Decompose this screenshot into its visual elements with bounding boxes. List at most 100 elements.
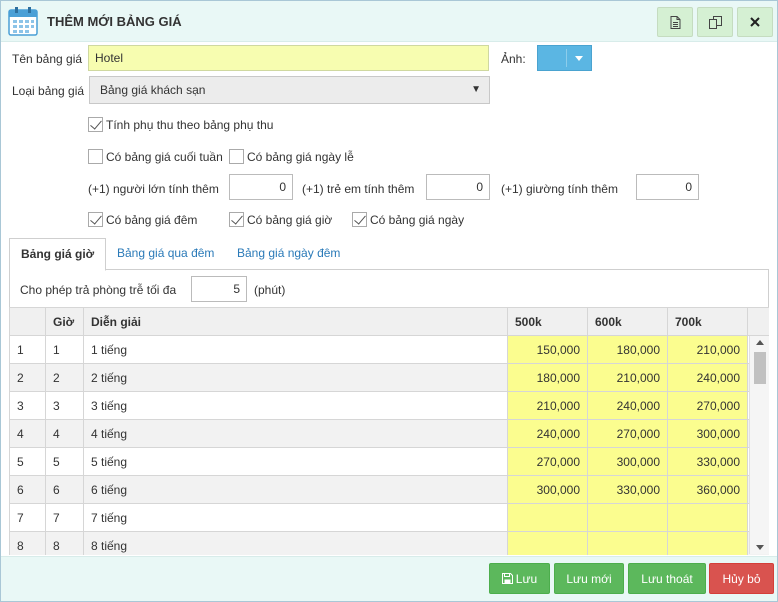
column-header-600k: 600k	[587, 307, 668, 336]
row-index: 4	[9, 419, 46, 448]
price-500k-cell[interactable]: 240,000	[507, 419, 588, 448]
day-price-checkbox[interactable]	[352, 212, 367, 227]
save-button[interactable]: Lưu	[489, 563, 550, 594]
description-cell: 6 tiếng	[83, 475, 508, 504]
dropdown-divider	[566, 49, 567, 67]
scroll-down-icon[interactable]	[756, 545, 764, 550]
price-600k-cell[interactable]: 240,000	[587, 391, 668, 420]
surcharge-checkbox[interactable]	[88, 117, 103, 132]
table-row[interactable]: 666 tiếng 300,000 330,000 360,000	[9, 475, 769, 504]
image-dropdown-button[interactable]	[537, 45, 592, 71]
tab-day-night-price[interactable]: Bảng giá ngày đêm	[226, 238, 351, 270]
price-500k-cell[interactable]: 150,000	[507, 335, 588, 364]
close-button[interactable]	[737, 7, 773, 37]
dialog-title: THÊM MỚI BẢNG GIÁ	[47, 14, 182, 29]
price-600k-cell[interactable]: 180,000	[587, 335, 668, 364]
type-select-value: Bảng giá khách sạn	[100, 83, 206, 97]
close-icon	[750, 17, 760, 27]
night-price-label: Có bảng giá đêm	[106, 213, 198, 227]
row-index: 8	[9, 531, 46, 555]
row-index: 5	[9, 447, 46, 476]
price-600k-cell[interactable]	[587, 503, 668, 532]
hour-cell: 7	[45, 503, 84, 532]
table-row[interactable]: 111 tiếng 150,000 180,000 210,000	[9, 335, 769, 364]
save-exit-button[interactable]: Lưu thoát	[628, 563, 706, 594]
description-cell: 3 tiếng	[83, 391, 508, 420]
hour-price-label: Có bảng giá giờ	[247, 213, 333, 227]
weekend-checkbox[interactable]	[88, 149, 103, 164]
triangle-down-icon: ▼	[471, 84, 481, 95]
price-600k-cell[interactable]	[587, 531, 668, 555]
description-cell: 8 tiếng	[83, 531, 508, 555]
save-new-button-label: Lưu mới	[566, 571, 612, 586]
table-row[interactable]: 333 tiếng 210,000 240,000 270,000	[9, 391, 769, 420]
price-700k-cell[interactable]: 270,000	[667, 391, 748, 420]
price-700k-cell[interactable]: 330,000	[667, 447, 748, 476]
column-header-description: Diễn giải	[83, 307, 508, 336]
price-600k-cell[interactable]: 270,000	[587, 419, 668, 448]
table-row[interactable]: 444 tiếng 240,000 270,000 300,000	[9, 419, 769, 448]
day-price-label: Có bảng giá ngày	[370, 213, 465, 227]
dialog-footer: Lưu Lưu mới Lưu thoát Hủy bỏ	[1, 556, 777, 601]
name-input[interactable]: Hotel	[88, 45, 489, 71]
table-header-row: Giờ Diễn giải 500k 600k 700k	[9, 307, 769, 336]
price-700k-cell[interactable]: 360,000	[667, 475, 748, 504]
table-row[interactable]: 555 tiếng 270,000 300,000 330,000	[9, 447, 769, 476]
price-600k-cell[interactable]: 210,000	[587, 363, 668, 392]
price-700k-cell[interactable]: 240,000	[667, 363, 748, 392]
price-500k-cell[interactable]: 210,000	[507, 391, 588, 420]
price-600k-cell[interactable]: 330,000	[587, 475, 668, 504]
save-button-label: Lưu	[515, 571, 538, 586]
scroll-up-icon[interactable]	[756, 340, 764, 345]
price-table-body: 111 tiếng 150,000 180,000 210,000 2 2 2 tiếng 1…	[9, 335, 769, 555]
tab-hourly-price[interactable]: Bảng giá giờ	[9, 238, 107, 271]
save-new-button[interactable]: Lưu mới	[554, 563, 624, 594]
type-select[interactable]: Bảng giá khách sạn ▼	[89, 76, 490, 104]
document-button[interactable]	[657, 7, 693, 37]
table-row[interactable]: 222 tiếng 180,000 210,000 240,000	[9, 363, 769, 392]
extra-bed-label: (+1) giường tính thêm	[501, 182, 618, 196]
price-500k-cell[interactable]	[507, 503, 588, 532]
hour-price-checkbox[interactable]	[229, 212, 244, 227]
copy-button[interactable]	[697, 7, 733, 37]
price-table-dialog: THÊM MỚI BẢNG GIÁ Tên bảng giá Hotel Ảnh…	[0, 0, 778, 602]
table-scrollbar[interactable]	[749, 336, 769, 554]
row-index: 6	[9, 475, 46, 504]
price-700k-cell[interactable]	[667, 503, 748, 532]
column-header-700k: 700k	[667, 307, 748, 336]
hour-cell: 3	[45, 391, 84, 420]
table-row[interactable]: 888 tiếng	[9, 531, 769, 555]
row-index: 2	[9, 363, 46, 392]
price-500k-cell[interactable]: 300,000	[507, 475, 588, 504]
extra-bed-input[interactable]: 0	[636, 174, 699, 200]
row-index: 1	[9, 335, 46, 364]
table-row[interactable]: 777 tiếng	[9, 503, 769, 532]
description-cell: 7 tiếng	[83, 503, 508, 532]
row-index: 7	[9, 503, 46, 532]
price-700k-cell[interactable]	[667, 531, 748, 555]
scroll-thumb[interactable]	[754, 352, 766, 384]
price-700k-cell[interactable]: 300,000	[667, 419, 748, 448]
holiday-checkbox[interactable]	[229, 149, 244, 164]
hour-cell: 1	[45, 335, 84, 364]
save-exit-button-label: Lưu thoát	[641, 571, 693, 586]
price-700k-cell[interactable]: 210,000	[667, 335, 748, 364]
hour-cell: 5	[45, 447, 84, 476]
price-500k-cell[interactable]	[507, 531, 588, 555]
price-600k-cell[interactable]: 300,000	[587, 447, 668, 476]
copy-icon	[708, 15, 722, 29]
extra-child-input[interactable]: 0	[426, 174, 490, 200]
price-500k-cell[interactable]: 180,000	[507, 363, 588, 392]
tab-overnight-price[interactable]: Bảng giá qua đêm	[106, 238, 225, 270]
hour-cell: 4	[45, 419, 84, 448]
cancel-button-label: Hủy bỏ	[722, 571, 761, 586]
calendar-icon	[8, 7, 38, 36]
extra-adult-input[interactable]: 0	[229, 174, 293, 200]
late-checkout-input[interactable]: 5	[191, 276, 247, 302]
column-header-hour: Giờ	[45, 307, 84, 336]
price-table: Giờ Diễn giải 500k 600k 700k 111 tiếng 15…	[9, 307, 769, 555]
cancel-button[interactable]: Hủy bỏ	[709, 563, 774, 594]
column-header-index	[9, 307, 46, 336]
night-price-checkbox[interactable]	[88, 212, 103, 227]
price-500k-cell[interactable]: 270,000	[507, 447, 588, 476]
